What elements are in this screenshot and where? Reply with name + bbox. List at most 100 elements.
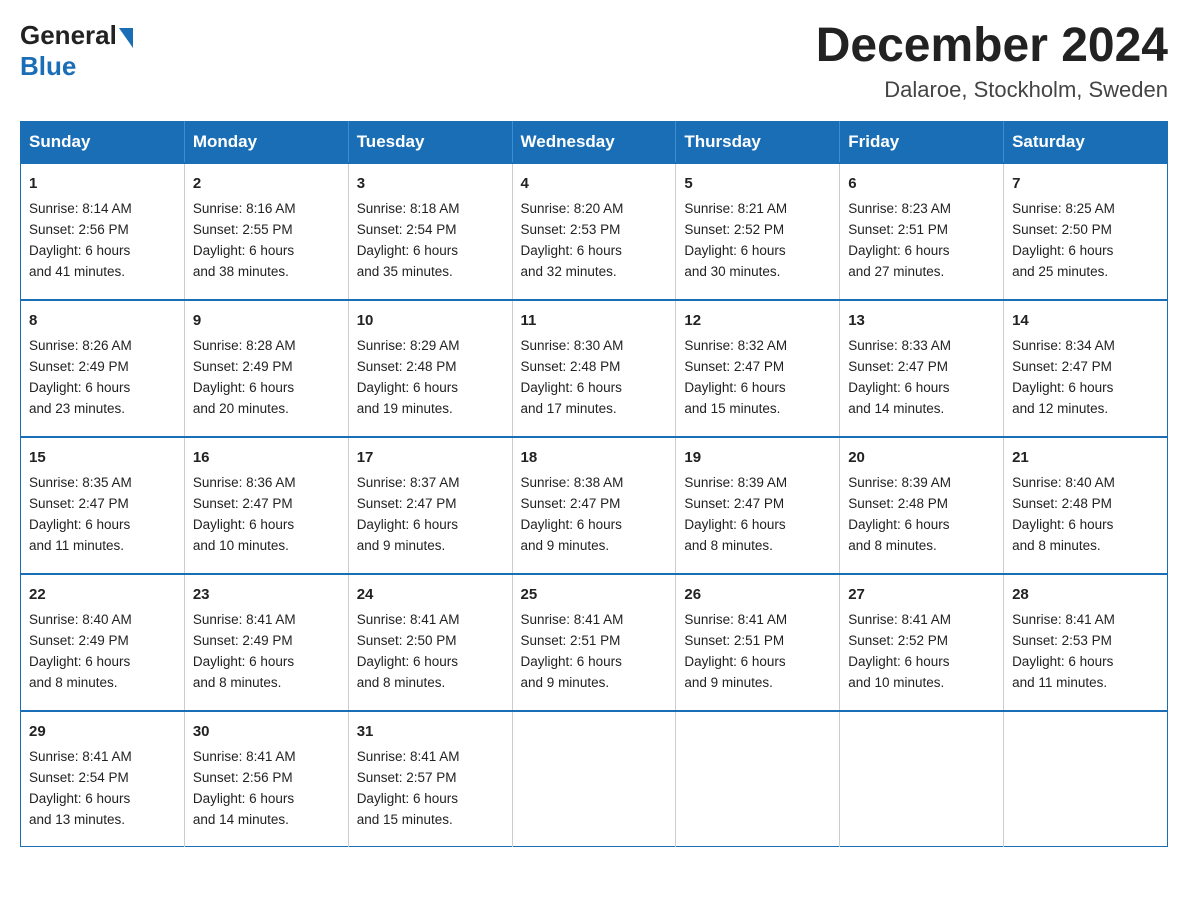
sunrise-line: Sunrise: 8:41 AM [193,612,296,627]
calendar-cell: 15Sunrise: 8:35 AMSunset: 2:47 PMDayligh… [21,437,185,574]
sunset-line: Sunset: 2:48 PM [848,496,948,511]
daylight-line1: Daylight: 6 hours [1012,654,1113,669]
daylight-line2: and 17 minutes. [521,401,617,416]
daylight-line1: Daylight: 6 hours [193,517,294,532]
sunset-line: Sunset: 2:54 PM [357,222,457,237]
calendar-cell: 11Sunrise: 8:30 AMSunset: 2:48 PMDayligh… [512,300,676,437]
day-number: 12 [684,309,831,332]
daylight-line1: Daylight: 6 hours [848,380,949,395]
calendar-table: SundayMondayTuesdayWednesdayThursdayFrid… [20,121,1168,848]
daylight-line2: and 9 minutes. [357,538,446,553]
sunset-line: Sunset: 2:50 PM [1012,222,1112,237]
daylight-line1: Daylight: 6 hours [684,380,785,395]
daylight-line2: and 8 minutes. [1012,538,1101,553]
sunrise-line: Sunrise: 8:41 AM [357,612,460,627]
daylight-line1: Daylight: 6 hours [193,380,294,395]
daylight-line1: Daylight: 6 hours [357,654,458,669]
header-day-saturday: Saturday [1004,121,1168,163]
daylight-line2: and 12 minutes. [1012,401,1108,416]
day-number: 3 [357,172,504,195]
daylight-line2: and 10 minutes. [848,675,944,690]
logo: General Blue [20,20,135,82]
daylight-line1: Daylight: 6 hours [1012,380,1113,395]
daylight-line1: Daylight: 6 hours [1012,517,1113,532]
calendar-cell: 29Sunrise: 8:41 AMSunset: 2:54 PMDayligh… [21,711,185,847]
daylight-line1: Daylight: 6 hours [357,791,458,806]
sunset-line: Sunset: 2:49 PM [193,633,293,648]
daylight-line2: and 25 minutes. [1012,264,1108,279]
day-number: 29 [29,720,176,743]
header-row: SundayMondayTuesdayWednesdayThursdayFrid… [21,121,1168,163]
calendar-cell: 19Sunrise: 8:39 AMSunset: 2:47 PMDayligh… [676,437,840,574]
sunrise-line: Sunrise: 8:41 AM [193,749,296,764]
sunset-line: Sunset: 2:49 PM [29,633,129,648]
calendar-cell: 10Sunrise: 8:29 AMSunset: 2:48 PMDayligh… [348,300,512,437]
calendar-cell: 25Sunrise: 8:41 AMSunset: 2:51 PMDayligh… [512,574,676,711]
daylight-line2: and 23 minutes. [29,401,125,416]
calendar-cell: 9Sunrise: 8:28 AMSunset: 2:49 PMDaylight… [184,300,348,437]
sunset-line: Sunset: 2:51 PM [848,222,948,237]
calendar-week-4: 22Sunrise: 8:40 AMSunset: 2:49 PMDayligh… [21,574,1168,711]
sunset-line: Sunset: 2:56 PM [193,770,293,785]
calendar-cell: 3Sunrise: 8:18 AMSunset: 2:54 PMDaylight… [348,163,512,300]
sunset-line: Sunset: 2:47 PM [848,359,948,374]
header-day-thursday: Thursday [676,121,840,163]
sunrise-line: Sunrise: 8:26 AM [29,338,132,353]
sunset-line: Sunset: 2:52 PM [848,633,948,648]
daylight-line1: Daylight: 6 hours [848,517,949,532]
sunrise-line: Sunrise: 8:41 AM [357,749,460,764]
daylight-line2: and 8 minutes. [357,675,446,690]
logo-triangle-icon [119,28,133,48]
header-day-wednesday: Wednesday [512,121,676,163]
sunrise-line: Sunrise: 8:39 AM [848,475,951,490]
sunset-line: Sunset: 2:47 PM [684,359,784,374]
daylight-line2: and 30 minutes. [684,264,780,279]
daylight-line1: Daylight: 6 hours [29,654,130,669]
calendar-cell: 24Sunrise: 8:41 AMSunset: 2:50 PMDayligh… [348,574,512,711]
calendar-cell: 6Sunrise: 8:23 AMSunset: 2:51 PMDaylight… [840,163,1004,300]
calendar-cell: 22Sunrise: 8:40 AMSunset: 2:49 PMDayligh… [21,574,185,711]
sunrise-line: Sunrise: 8:35 AM [29,475,132,490]
sunset-line: Sunset: 2:47 PM [684,496,784,511]
calendar-week-3: 15Sunrise: 8:35 AMSunset: 2:47 PMDayligh… [21,437,1168,574]
sunset-line: Sunset: 2:47 PM [1012,359,1112,374]
day-number: 28 [1012,583,1159,606]
day-number: 14 [1012,309,1159,332]
sunrise-line: Sunrise: 8:34 AM [1012,338,1115,353]
sunrise-line: Sunrise: 8:36 AM [193,475,296,490]
day-number: 20 [848,446,995,469]
daylight-line2: and 8 minutes. [848,538,937,553]
daylight-line2: and 9 minutes. [521,675,610,690]
sunrise-line: Sunrise: 8:20 AM [521,201,624,216]
daylight-line2: and 32 minutes. [521,264,617,279]
daylight-line1: Daylight: 6 hours [193,654,294,669]
daylight-line2: and 9 minutes. [521,538,610,553]
daylight-line1: Daylight: 6 hours [684,517,785,532]
day-number: 30 [193,720,340,743]
day-number: 19 [684,446,831,469]
header-day-sunday: Sunday [21,121,185,163]
daylight-line2: and 14 minutes. [848,401,944,416]
day-number: 7 [1012,172,1159,195]
day-number: 16 [193,446,340,469]
sunset-line: Sunset: 2:49 PM [193,359,293,374]
sunrise-line: Sunrise: 8:25 AM [1012,201,1115,216]
daylight-line1: Daylight: 6 hours [848,654,949,669]
sunrise-line: Sunrise: 8:16 AM [193,201,296,216]
daylight-line1: Daylight: 6 hours [521,243,622,258]
day-number: 21 [1012,446,1159,469]
sunset-line: Sunset: 2:52 PM [684,222,784,237]
calendar-cell: 27Sunrise: 8:41 AMSunset: 2:52 PMDayligh… [840,574,1004,711]
sunrise-line: Sunrise: 8:21 AM [684,201,787,216]
day-number: 18 [521,446,668,469]
sunset-line: Sunset: 2:53 PM [1012,633,1112,648]
daylight-line1: Daylight: 6 hours [684,654,785,669]
daylight-line1: Daylight: 6 hours [521,517,622,532]
daylight-line2: and 27 minutes. [848,264,944,279]
daylight-line1: Daylight: 6 hours [193,791,294,806]
daylight-line1: Daylight: 6 hours [29,517,130,532]
sunrise-line: Sunrise: 8:41 AM [1012,612,1115,627]
daylight-line2: and 9 minutes. [684,675,773,690]
day-number: 31 [357,720,504,743]
daylight-line2: and 13 minutes. [29,812,125,827]
